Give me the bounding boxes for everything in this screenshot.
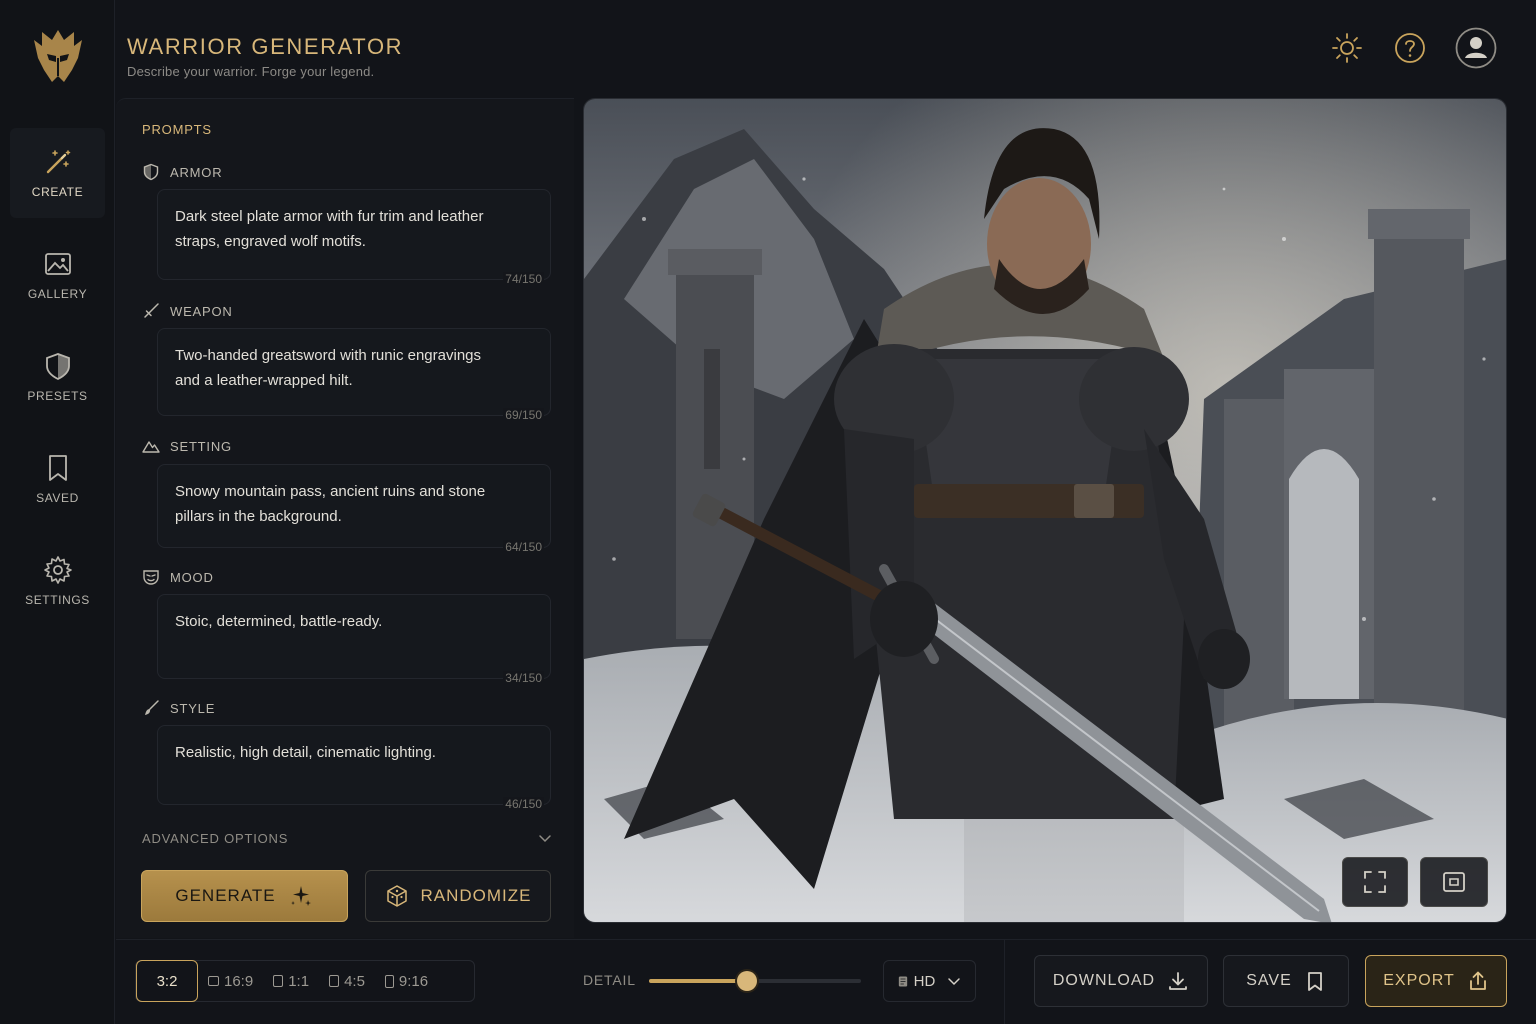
armor-char-counter: 74/150 (503, 272, 544, 286)
ratio-square-icon (273, 975, 284, 987)
gear-icon (43, 556, 72, 584)
help-button[interactable] (1392, 30, 1428, 66)
quality-value: HD (913, 972, 936, 990)
detail-label: DETAIL (583, 972, 636, 988)
setting-label: SETTING (142, 436, 232, 456)
mask-icon (143, 570, 159, 585)
bookmark-icon (48, 455, 67, 481)
bottom-toolbar: 3:2 16:9 1:1 4:5 9:16 DETAIL HD DOWNLOAD… (116, 939, 1536, 1024)
sun-icon (1332, 33, 1362, 63)
ratio-landscape-icon (208, 976, 219, 986)
detail-slider-fill (649, 979, 747, 983)
crop-frame-icon (1443, 872, 1465, 892)
style-char-counter: 46/150 (503, 797, 544, 811)
sidebar-item-label: PRESETS (27, 389, 88, 403)
dice-icon (386, 885, 407, 907)
style-input-value: Realistic, high detail, cinematic lighti… (175, 744, 436, 761)
file-icon (898, 976, 907, 986)
generated-image-viewer (583, 98, 1507, 923)
share-export-icon (1469, 971, 1486, 990)
sidebar-item-label: CREATE (31, 185, 84, 199)
armor-label: ARMOR (142, 162, 222, 182)
prompts-heading: PROMPTS (142, 122, 212, 137)
advanced-options-label: ADVANCED OPTIONS (142, 830, 289, 846)
mountain-icon (142, 441, 160, 453)
generate-button[interactable]: GENERATE (141, 870, 348, 922)
toolbar-divider (1004, 940, 1005, 1024)
armor-input[interactable]: Dark steel plate armor with fur trim and… (157, 189, 551, 286)
sidebar-item-label: SAVED (36, 491, 79, 505)
user-avatar-icon (1455, 27, 1497, 69)
style-input[interactable]: Realistic, high detail, cinematic lighti… (157, 725, 551, 811)
user-avatar-button[interactable] (1455, 27, 1497, 69)
brush-icon (145, 700, 159, 715)
ratio-portrait-icon (329, 975, 340, 987)
shield-icon (45, 353, 70, 381)
sidebar-item-presets[interactable]: PRESETS (10, 332, 105, 422)
save-button[interactable]: SAVE (1223, 955, 1349, 1007)
style-label: STYLE (142, 698, 215, 718)
bookmark-icon (1307, 972, 1322, 991)
ratio-tall-icon (384, 974, 394, 988)
app-subtitle: Describe your warrior. Forge your legend… (127, 64, 375, 79)
mood-input-value: Stoic, determined, battle-ready. (175, 613, 383, 630)
ratio-option-9-16[interactable]: 9:16 (375, 960, 438, 1002)
detail-slider[interactable] (649, 971, 861, 991)
sidebar-item-label: SETTINGS (25, 593, 90, 607)
ratio-option-4-5[interactable]: 4:5 (319, 960, 375, 1002)
sidebar-item-saved[interactable]: SAVED (10, 434, 105, 524)
mood-input[interactable]: Stoic, determined, battle-ready. 34/150 (157, 594, 551, 685)
mood-char-counter: 34/150 (503, 671, 544, 685)
generated-warrior-image (584, 99, 1506, 922)
app-title: WARRIOR GENERATOR (127, 34, 404, 59)
chevron-down-icon (539, 835, 551, 843)
crop-frame-button[interactable] (1420, 857, 1488, 907)
chevron-down-icon (948, 978, 961, 986)
weapon-input[interactable]: Two-handed greatsword with runic engravi… (157, 328, 551, 422)
randomize-button-label: RANDOMIZE (420, 886, 532, 905)
weapon-char-counter: 69/150 (503, 408, 544, 422)
setting-input[interactable]: Snowy mountain pass, ancient ruins and s… (157, 464, 551, 554)
prompts-panel: PROMPTS ARMOR Dark steel plate armor wit… (116, 98, 574, 938)
fullscreen-icon (1364, 871, 1386, 893)
ratio-option-16-9[interactable]: 16:9 (198, 960, 263, 1002)
quality-select[interactable]: HD (883, 960, 976, 1002)
setting-char-counter: 64/150 (503, 540, 544, 554)
ratio-option-1-1[interactable]: 1:1 (263, 960, 319, 1002)
setting-input-value: Snowy mountain pass, ancient ruins and s… (175, 483, 486, 525)
sidebar-item-create[interactable]: CREATE (10, 128, 105, 218)
advanced-options-toggle[interactable]: ADVANCED OPTIONS (142, 827, 552, 849)
download-button[interactable]: DOWNLOAD (1034, 955, 1208, 1007)
sidebar: CREATE GALLERY PRESETS SAVED SETTINGS (0, 0, 115, 1024)
randomize-button[interactable]: RANDOMIZE (365, 870, 551, 922)
download-icon (1169, 972, 1188, 990)
weapon-input-value: Two-handed greatsword with runic engravi… (175, 347, 481, 389)
theme-toggle-button[interactable] (1329, 30, 1365, 66)
sidebar-item-label: GALLERY (27, 287, 88, 301)
magic-wand-icon (46, 150, 70, 174)
armor-input-value: Dark steel plate armor with fur trim and… (175, 208, 484, 250)
export-button[interactable]: EXPORT (1365, 955, 1507, 1007)
sidebar-item-gallery[interactable]: GALLERY (10, 230, 105, 320)
weapon-label: WEAPON (142, 301, 233, 321)
shield-icon (143, 163, 159, 181)
ratio-option-3-2[interactable]: 3:2 (136, 960, 198, 1002)
sidebar-item-settings[interactable]: SETTINGS (10, 536, 105, 626)
detail-slider-handle[interactable] (736, 971, 757, 991)
help-icon (1395, 33, 1425, 63)
mood-label: MOOD (142, 567, 214, 587)
image-icon (44, 253, 71, 275)
warrior-helmet-logo (30, 26, 86, 86)
sword-icon (144, 303, 159, 318)
sparkle-icon (290, 886, 311, 906)
generate-button-label: GENERATE (175, 886, 276, 905)
aspect-ratio-selector: 3:2 16:9 1:1 4:5 9:16 (135, 960, 475, 1002)
fullscreen-button[interactable] (1342, 857, 1408, 907)
